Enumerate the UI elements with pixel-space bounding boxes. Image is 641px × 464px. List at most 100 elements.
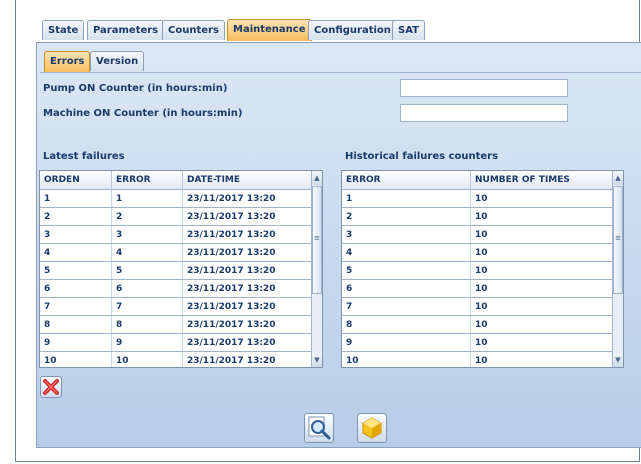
table-cell: 23/11/2017 13:20 [182,243,313,262]
table-cell: 10 [470,351,614,367]
table-row[interactable]: 9 9 23/11/2017 13:20 [40,333,313,352]
pump-counter-label: Pump ON Counter (in hours:min) [43,83,228,94]
tab-configuration[interactable]: Configuration [308,20,397,40]
tab-parameters[interactable]: Parameters [87,20,165,40]
table-cell: 1 [111,189,183,208]
scroll-down-arrow-icon[interactable]: ▼ [312,353,322,367]
tab-maintenance[interactable]: Maintenance [227,19,312,41]
table-row[interactable]: 2 2 23/11/2017 13:20 [40,207,313,226]
table-cell: 5 [40,261,112,280]
table-cell: 10 [470,225,614,244]
table-cell: 6 [40,279,112,298]
table-row[interactable]: 4 4 23/11/2017 13:20 [40,243,313,262]
table-cell: 5 [342,261,471,280]
table-cell: 6 [342,279,471,298]
table-row[interactable]: 7 10 [342,297,614,316]
tab-counters[interactable]: Counters [162,20,225,40]
table-cell: 23/11/2017 13:20 [182,225,313,244]
table-row[interactable]: 5 10 [342,261,614,280]
table-row[interactable]: 10 10 23/11/2017 13:20 [40,351,313,367]
table-cell: 10 [470,189,614,208]
table-row[interactable]: 6 10 [342,279,614,298]
search-button[interactable] [304,413,334,443]
table-cell: 23/11/2017 13:20 [182,333,313,352]
table-cell: 7 [342,297,471,316]
table-row[interactable]: 2 10 [342,207,614,226]
maintenance-panel: Errors Version Pump ON Counter (in hours… [36,42,641,448]
latest-failures-title: Latest failures [43,151,125,162]
table-cell: 23/11/2017 13:20 [182,279,313,298]
historical-failures-table: ERROR NUMBER OF TIMES 1 10 2 10 3 10 4 10 5 10 6 10… [341,170,624,368]
table-row[interactable]: 6 6 23/11/2017 13:20 [40,279,313,298]
latest-failures-table: ORDEN ERROR DATE-TIME 1 1 23/11/2017 13:20… [39,170,323,368]
table-cell: 10 [470,333,614,352]
table-cell: 10 [342,351,471,367]
table-cell: 8 [111,315,183,334]
scroll-thumb[interactable]: ≡ [312,186,322,294]
column-header-error[interactable]: ERROR [342,171,471,190]
table-cell: 4 [342,243,471,262]
magnifier-icon [308,416,331,440]
reset-button[interactable] [357,413,387,443]
table-cell: 5 [111,261,183,280]
subtab-errors[interactable]: Errors [44,51,91,73]
table-cell: 10 [40,351,112,367]
latest-scrollbar[interactable]: ▲ ≡ ▼ [311,171,322,367]
table-cell: 10 [470,315,614,334]
table-cell: 3 [342,225,471,244]
column-header-date-time[interactable]: DATE-TIME [182,171,313,190]
delete-failures-button[interactable] [40,376,62,398]
table-cell: 3 [40,225,112,244]
table-row[interactable]: 3 10 [342,225,614,244]
table-row[interactable]: 7 7 23/11/2017 13:20 [40,297,313,316]
table-cell: 2 [342,207,471,226]
table-cell: 23/11/2017 13:20 [182,315,313,334]
table-row[interactable]: 1 1 23/11/2017 13:20 [40,189,313,208]
subtab-divider [40,72,641,73]
tab-sat[interactable]: SAT [392,20,425,40]
scroll-up-arrow-icon[interactable]: ▲ [613,171,623,185]
table-cell: 10 [470,207,614,226]
table-cell: 9 [342,333,471,352]
table-cell: 23/11/2017 13:20 [182,351,313,367]
table-row[interactable]: 5 5 23/11/2017 13:20 [40,261,313,280]
table-row[interactable]: 1 10 [342,189,614,208]
table-cell: 6 [111,279,183,298]
column-header-orden[interactable]: ORDEN [40,171,112,190]
table-cell: 23/11/2017 13:20 [182,207,313,226]
table-cell: 8 [342,315,471,334]
machine-counter-field[interactable] [400,104,568,122]
table-cell: 7 [111,297,183,316]
yellow-gem-icon [362,417,382,439]
table-row[interactable]: 10 10 [342,351,614,367]
table-row[interactable]: 3 3 23/11/2017 13:20 [40,225,313,244]
subtab-version[interactable]: Version [90,51,145,71]
table-cell: 2 [40,207,112,226]
table-cell: 3 [111,225,183,244]
table-cell: 23/11/2017 13:20 [182,297,313,316]
table-row[interactable]: 4 10 [342,243,614,262]
pump-counter-field[interactable] [400,79,568,97]
table-cell: 1 [40,189,112,208]
table-row[interactable]: 9 10 [342,333,614,352]
table-cell: 9 [111,333,183,352]
historical-scrollbar[interactable]: ▲ ≡ ▼ [612,171,623,367]
column-header-error[interactable]: ERROR [111,171,183,190]
machine-counter-label: Machine ON Counter (in hours:min) [43,108,243,119]
historical-failures-title: Historical failures counters [345,151,499,162]
red-x-icon [43,379,59,395]
scroll-up-arrow-icon[interactable]: ▲ [312,171,322,185]
table-cell: 1 [342,189,471,208]
table-cell: 10 [470,297,614,316]
table-cell: 23/11/2017 13:20 [182,189,313,208]
tab-state[interactable]: State [42,20,85,40]
table-cell: 23/11/2017 13:20 [182,261,313,280]
table-cell: 10 [470,279,614,298]
table-cell: 8 [40,315,112,334]
column-header-number-of-times[interactable]: NUMBER OF TIMES [470,171,614,190]
scroll-thumb[interactable]: ≡ [613,186,623,294]
app-window: State Parameters Counters Maintenance Co… [15,0,641,462]
table-row[interactable]: 8 10 [342,315,614,334]
table-row[interactable]: 8 8 23/11/2017 13:20 [40,315,313,334]
scroll-down-arrow-icon[interactable]: ▼ [613,353,623,367]
